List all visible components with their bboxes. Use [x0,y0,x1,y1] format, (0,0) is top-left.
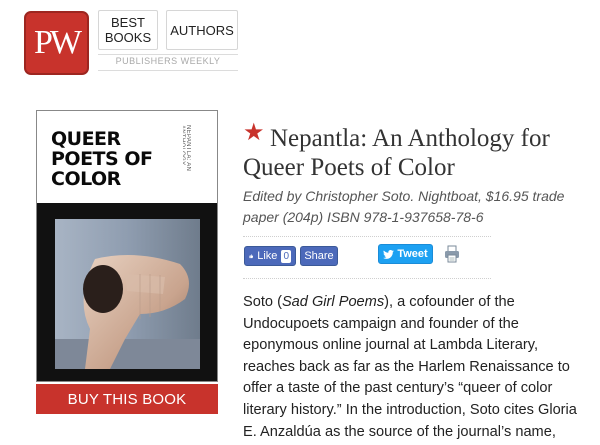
cover-title-line: POETS OF [51,148,153,170]
like-label: Like [257,250,278,262]
book-cover[interactable]: QUEER POETS OF COLOR NEPANTLA: AN ANTHOL… [36,110,218,382]
cover-spine-text: NEPANTLA: AN ANTHOLOGY [183,125,191,172]
nav-best-books-button[interactable]: BEST BOOKS [98,10,158,50]
tweet-button[interactable]: Tweet [378,244,433,264]
divider [243,278,491,279]
pw-logo[interactable]: PW [24,11,89,75]
facebook-like-button[interactable]: Like 0 [244,246,296,266]
referenced-book-title: Sad Girl Poems [281,294,385,310]
cover-title-line: COLOR [51,168,121,190]
tweet-label: Tweet [397,248,428,260]
review-text: Soto ( [243,294,282,310]
book-title: Nepantla: An Anthology for Queer Poets o… [243,125,550,181]
print-icon[interactable] [444,245,460,263]
logo-text: PW [34,24,82,61]
facebook-share-button[interactable]: Share [300,246,338,266]
review-paragraph: Soto (Sad Girl Poems), a cofounder of th… [243,292,593,443]
book-details: Edited by Christopher Soto. Nightboat, $… [243,188,565,225]
divider [98,54,238,55]
twitter-icon [383,249,395,259]
nav-authors-button[interactable]: AUTHORS [166,10,238,50]
review-text: ), a cofounder of the Undocupoets campai… [243,294,577,440]
divider [243,236,491,237]
like-count: 0 [281,249,291,263]
facebook-icon [249,254,254,259]
divider [98,70,238,71]
cover-title: QUEER POETS OF COLOR [51,129,171,189]
buy-this-book-button[interactable]: BUY THIS BOOK [36,384,218,414]
cover-title-panel: QUEER POETS OF COLOR NEPANTLA: AN ANTHOL… [37,111,217,203]
publishers-weekly-label: PUBLISHERS WEEKLY [115,56,221,66]
nav-best-label-line2: BOOKS [104,30,152,45]
cover-photo [55,219,200,369]
nav-best-label-line1: BEST [111,15,145,30]
cover-title-line: QUEER [51,128,121,150]
